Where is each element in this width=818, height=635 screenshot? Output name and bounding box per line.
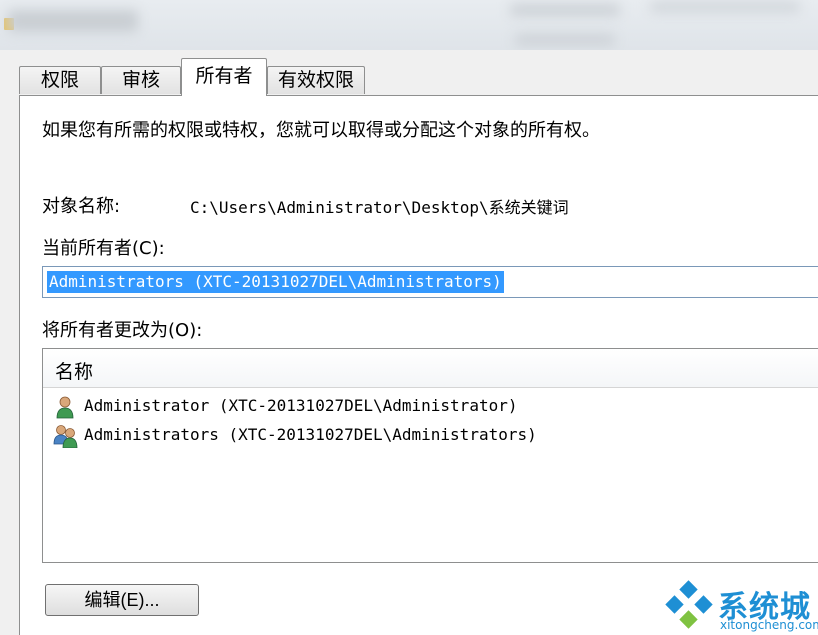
tab-effective-permissions[interactable]: 有效权限 [267, 66, 365, 94]
blurred-title [8, 10, 138, 32]
current-owner-field[interactable]: Administrators (XTC-20131027DEL\Administ… [42, 266, 818, 298]
tab-auditing[interactable]: 审核 [101, 66, 181, 94]
list-item[interactable]: Administrator (XTC-20131027DEL\Administr… [53, 393, 653, 421]
current-owner-value: Administrators (XTC-20131027DEL\Administ… [47, 271, 504, 293]
blurred-region [510, 4, 620, 16]
blurred-region [515, 34, 615, 46]
tab-strip: 权限 审核 所有者 有效权限 [19, 58, 818, 96]
tab-permissions[interactable]: 权限 [19, 66, 101, 94]
change-owner-label: 将所有者更改为(O): [42, 320, 203, 341]
diamond-logo-icon [665, 580, 713, 629]
list-item-label: Administrator (XTC-20131027DEL\Administr… [84, 396, 518, 415]
column-header-name[interactable]: 名称 [43, 349, 818, 388]
owner-list[interactable]: 名称 Administrator (XTC-20131027DEL\Admini… [42, 348, 818, 563]
edit-button[interactable]: 编辑(E)... [45, 584, 199, 616]
object-name-label: 对象名称: [42, 196, 121, 217]
list-item[interactable]: Administrators (XTC-20131027DEL\Administ… [53, 422, 653, 450]
watermark-site: xitongcheng.com [720, 618, 818, 632]
list-item-label: Administrators (XTC-20131027DEL\Administ… [84, 425, 537, 444]
tab-owner[interactable]: 所有者 [181, 58, 267, 96]
group-icon [53, 425, 78, 448]
current-owner-label: 当前所有者(C): [42, 238, 165, 259]
window-titlebar [0, 0, 818, 50]
column-header-label: 名称 [55, 361, 94, 383]
intro-text: 如果您有所需的权限或特权，您就可以取得或分配这个对象的所有权。 [42, 120, 600, 141]
object-name-value: C:\Users\Administrator\Desktop\系统关键词 [190, 198, 569, 217]
blurred-region [650, 2, 800, 12]
user-icon [56, 396, 74, 419]
watermark: 系统城 xitongcheng.com [662, 578, 818, 635]
